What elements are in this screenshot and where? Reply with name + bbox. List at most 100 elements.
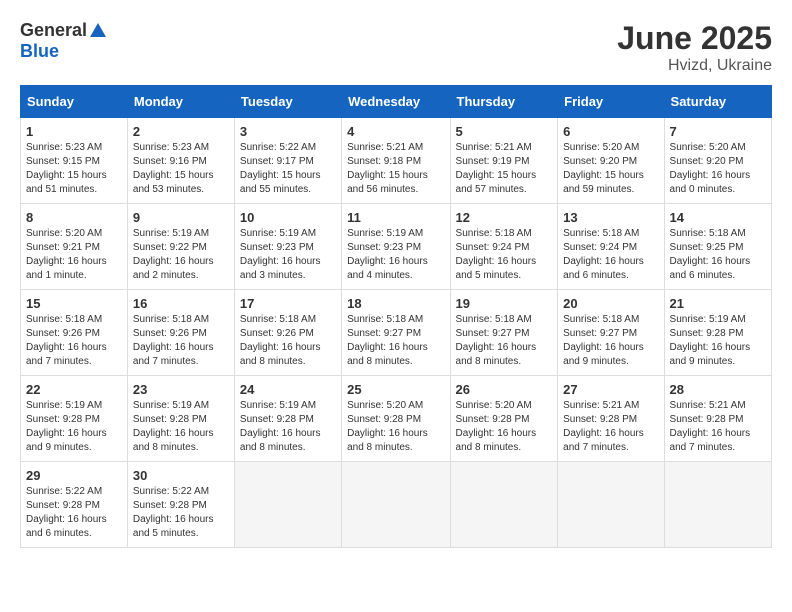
calendar-cell: 12 Sunrise: 5:18 AM Sunset: 9:24 PM Dayli… bbox=[450, 204, 558, 290]
day-number: 5 bbox=[456, 124, 553, 139]
calendar-cell bbox=[558, 462, 664, 548]
column-header-saturday: Saturday bbox=[664, 86, 771, 118]
day-info: Sunrise: 5:21 AM Sunset: 9:18 PM Dayligh… bbox=[347, 141, 444, 197]
header: General Blue June 2025 Hvizd, Ukraine bbox=[20, 20, 772, 75]
day-number: 6 bbox=[563, 124, 658, 139]
day-number: 14 bbox=[670, 210, 766, 225]
calendar-cell: 13 Sunrise: 5:18 AM Sunset: 9:24 PM Dayli… bbox=[558, 204, 664, 290]
day-info: Sunrise: 5:21 AM Sunset: 9:28 PM Dayligh… bbox=[563, 399, 658, 455]
calendar-cell: 9 Sunrise: 5:19 AM Sunset: 9:22 PM Daylig… bbox=[127, 204, 234, 290]
calendar-cell: 5Sunrise: 5:21 AM Sunset: 9:19 PM Daylig… bbox=[450, 118, 558, 204]
day-info: Sunrise: 5:23 AM Sunset: 9:15 PM Dayligh… bbox=[26, 141, 122, 197]
calendar-cell: 19Sunrise: 5:18 AM Sunset: 9:27 PM Dayli… bbox=[450, 290, 558, 376]
calendar-cell: 26Sunrise: 5:20 AM Sunset: 9:28 PM Dayli… bbox=[450, 376, 558, 462]
day-info: Sunrise: 5:19 AM Sunset: 9:28 PM Dayligh… bbox=[133, 399, 229, 455]
day-info: Sunrise: 5:22 AM Sunset: 9:28 PM Dayligh… bbox=[133, 485, 229, 541]
day-number: 7 bbox=[670, 124, 766, 139]
day-number: 22 bbox=[26, 382, 122, 397]
calendar-cell: 11 Sunrise: 5:19 AM Sunset: 9:23 PM Dayli… bbox=[342, 204, 450, 290]
calendar-cell: 10Sunrise: 5:19 AM Sunset: 9:23 PM Dayli… bbox=[234, 204, 341, 290]
calendar-cell: 22 Sunrise: 5:19 AM Sunset: 9:28 PM Dayli… bbox=[21, 376, 128, 462]
calendar-week-5: 29 Sunrise: 5:22 AM Sunset: 9:28 PM Dayli… bbox=[21, 462, 772, 548]
title-area: June 2025 Hvizd, Ukraine bbox=[617, 20, 772, 75]
day-number: 16 bbox=[133, 296, 229, 311]
day-number: 23 bbox=[133, 382, 229, 397]
day-info: Sunrise: 5:19 AM Sunset: 9:28 PM Dayligh… bbox=[26, 399, 122, 455]
day-info: Sunrise: 5:20 AM Sunset: 9:20 PM Dayligh… bbox=[563, 141, 658, 197]
calendar-cell: 4 Sunrise: 5:21 AM Sunset: 9:18 PM Daylig… bbox=[342, 118, 450, 204]
day-info: Sunrise: 5:18 AM Sunset: 9:24 PM Dayligh… bbox=[563, 227, 658, 283]
day-info: Sunrise: 5:19 AM Sunset: 9:22 PM Dayligh… bbox=[133, 227, 229, 283]
day-info: Sunrise: 5:18 AM Sunset: 9:27 PM Dayligh… bbox=[347, 313, 444, 369]
day-info: Sunrise: 5:18 AM Sunset: 9:24 PM Dayligh… bbox=[456, 227, 553, 283]
day-number: 25 bbox=[347, 382, 444, 397]
calendar-cell bbox=[664, 462, 771, 548]
calendar-cell: 15 Sunrise: 5:18 AM Sunset: 9:26 PM Dayli… bbox=[21, 290, 128, 376]
calendar-cell: 18 Sunrise: 5:18 AM Sunset: 9:27 PM Dayli… bbox=[342, 290, 450, 376]
day-number: 24 bbox=[240, 382, 336, 397]
day-info: Sunrise: 5:18 AM Sunset: 9:26 PM Dayligh… bbox=[240, 313, 336, 369]
calendar-cell: 30 Sunrise: 5:22 AM Sunset: 9:28 PM Dayli… bbox=[127, 462, 234, 548]
column-header-sunday: Sunday bbox=[21, 86, 128, 118]
day-number: 15 bbox=[26, 296, 122, 311]
day-info: Sunrise: 5:18 AM Sunset: 9:27 PM Dayligh… bbox=[456, 313, 553, 369]
day-number: 9 bbox=[133, 210, 229, 225]
column-header-friday: Friday bbox=[558, 86, 664, 118]
day-info: Sunrise: 5:19 AM Sunset: 9:23 PM Dayligh… bbox=[347, 227, 444, 283]
calendar-cell: 8Sunrise: 5:20 AM Sunset: 9:21 PM Daylig… bbox=[21, 204, 128, 290]
calendar-cell bbox=[342, 462, 450, 548]
day-number: 3 bbox=[240, 124, 336, 139]
calendar-cell: 14 Sunrise: 5:18 AM Sunset: 9:25 PM Dayli… bbox=[664, 204, 771, 290]
calendar-week-4: 22 Sunrise: 5:19 AM Sunset: 9:28 PM Dayli… bbox=[21, 376, 772, 462]
day-number: 4 bbox=[347, 124, 444, 139]
day-info: Sunrise: 5:19 AM Sunset: 9:28 PM Dayligh… bbox=[670, 313, 766, 369]
column-header-tuesday: Tuesday bbox=[234, 86, 341, 118]
day-info: Sunrise: 5:20 AM Sunset: 9:28 PM Dayligh… bbox=[456, 399, 553, 455]
day-number: 21 bbox=[670, 296, 766, 311]
logo-blue: Blue bbox=[20, 41, 59, 61]
day-info: Sunrise: 5:23 AM Sunset: 9:16 PM Dayligh… bbox=[133, 141, 229, 197]
calendar-table: SundayMondayTuesdayWednesdayThursdayFrid… bbox=[20, 85, 772, 548]
day-info: Sunrise: 5:18 AM Sunset: 9:26 PM Dayligh… bbox=[133, 313, 229, 369]
day-number: 20 bbox=[563, 296, 658, 311]
calendar-cell: 25 Sunrise: 5:20 AM Sunset: 9:28 PM Dayli… bbox=[342, 376, 450, 462]
calendar-week-1: 1 Sunrise: 5:23 AM Sunset: 9:15 PM Daylig… bbox=[21, 118, 772, 204]
day-info: Sunrise: 5:18 AM Sunset: 9:26 PM Dayligh… bbox=[26, 313, 122, 369]
calendar-week-2: 8Sunrise: 5:20 AM Sunset: 9:21 PM Daylig… bbox=[21, 204, 772, 290]
calendar-cell bbox=[234, 462, 341, 548]
day-info: Sunrise: 5:19 AM Sunset: 9:23 PM Dayligh… bbox=[240, 227, 336, 283]
day-number: 11 bbox=[347, 210, 444, 225]
logo-icon bbox=[88, 21, 108, 41]
calendar-cell: 17Sunrise: 5:18 AM Sunset: 9:26 PM Dayli… bbox=[234, 290, 341, 376]
day-number: 1 bbox=[26, 124, 122, 139]
day-number: 29 bbox=[26, 468, 122, 483]
day-info: Sunrise: 5:20 AM Sunset: 9:20 PM Dayligh… bbox=[670, 141, 766, 197]
day-info: Sunrise: 5:22 AM Sunset: 9:28 PM Dayligh… bbox=[26, 485, 122, 541]
day-info: Sunrise: 5:18 AM Sunset: 9:27 PM Dayligh… bbox=[563, 313, 658, 369]
day-info: Sunrise: 5:22 AM Sunset: 9:17 PM Dayligh… bbox=[240, 141, 336, 197]
day-number: 18 bbox=[347, 296, 444, 311]
day-number: 28 bbox=[670, 382, 766, 397]
day-number: 13 bbox=[563, 210, 658, 225]
day-number: 12 bbox=[456, 210, 553, 225]
calendar-cell: 7 Sunrise: 5:20 AM Sunset: 9:20 PM Daylig… bbox=[664, 118, 771, 204]
column-header-thursday: Thursday bbox=[450, 86, 558, 118]
calendar-cell: 16 Sunrise: 5:18 AM Sunset: 9:26 PM Dayli… bbox=[127, 290, 234, 376]
day-info: Sunrise: 5:18 AM Sunset: 9:25 PM Dayligh… bbox=[670, 227, 766, 283]
calendar-cell: 29 Sunrise: 5:22 AM Sunset: 9:28 PM Dayli… bbox=[21, 462, 128, 548]
day-info: Sunrise: 5:19 AM Sunset: 9:28 PM Dayligh… bbox=[240, 399, 336, 455]
logo: General Blue bbox=[20, 20, 109, 62]
calendar-cell: 23 Sunrise: 5:19 AM Sunset: 9:28 PM Dayli… bbox=[127, 376, 234, 462]
calendar-cell: 2Sunrise: 5:23 AM Sunset: 9:16 PM Daylig… bbox=[127, 118, 234, 204]
calendar-cell: 3 Sunrise: 5:22 AM Sunset: 9:17 PM Daylig… bbox=[234, 118, 341, 204]
calendar-header-row: SundayMondayTuesdayWednesdayThursdayFrid… bbox=[21, 86, 772, 118]
calendar-title: June 2025 bbox=[617, 20, 772, 57]
day-info: Sunrise: 5:20 AM Sunset: 9:28 PM Dayligh… bbox=[347, 399, 444, 455]
day-number: 30 bbox=[133, 468, 229, 483]
calendar-cell bbox=[450, 462, 558, 548]
calendar-cell: 21 Sunrise: 5:19 AM Sunset: 9:28 PM Dayli… bbox=[664, 290, 771, 376]
calendar-cell: 6 Sunrise: 5:20 AM Sunset: 9:20 PM Daylig… bbox=[558, 118, 664, 204]
day-number: 27 bbox=[563, 382, 658, 397]
calendar-subtitle: Hvizd, Ukraine bbox=[617, 57, 772, 75]
day-info: Sunrise: 5:20 AM Sunset: 9:21 PM Dayligh… bbox=[26, 227, 122, 283]
